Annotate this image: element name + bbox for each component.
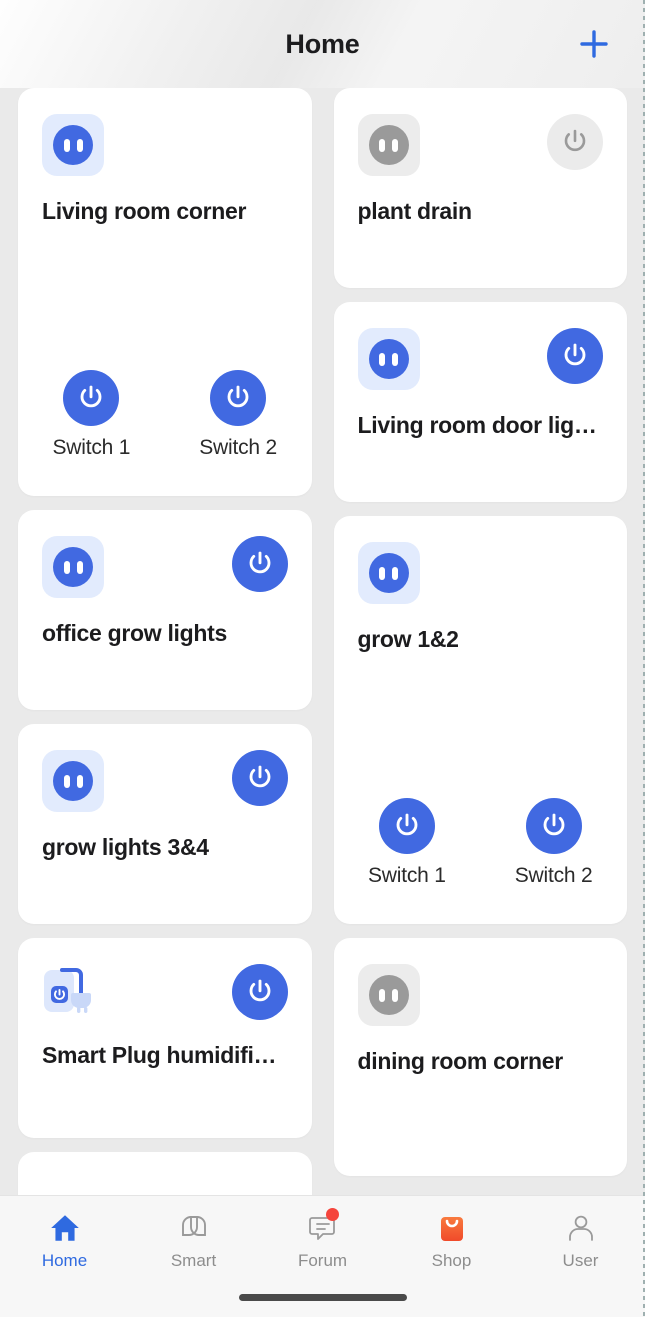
switch-toggle[interactable]: Switch 1 xyxy=(368,798,446,888)
device-name: Living room corner xyxy=(42,198,247,224)
power-icon xyxy=(249,979,270,1002)
outlet-icon xyxy=(357,328,420,390)
tab-user[interactable]: User xyxy=(516,1210,645,1271)
device-name: dining room corner xyxy=(357,1048,564,1074)
outlet-icon xyxy=(357,542,420,604)
device-name: office grow lights xyxy=(42,620,227,646)
forum-icon xyxy=(305,1207,341,1246)
outlet-icon xyxy=(42,114,104,176)
tab-label: Forum xyxy=(297,1250,348,1270)
card-header xyxy=(357,114,603,176)
outlet-icon xyxy=(42,750,104,812)
switch-toggle[interactable]: Switch 1 xyxy=(52,370,130,460)
outlet-icon xyxy=(357,964,420,1026)
power-icon xyxy=(525,798,582,854)
switch-label: Switch 2 xyxy=(199,436,277,459)
card-header xyxy=(42,964,288,1020)
bottom-navigation: Home Smart Forum Shop User xyxy=(0,1195,645,1317)
device-grid: Living room corner Switch 1 Switch 2 off… xyxy=(0,88,645,1195)
switch-toggle[interactable]: Switch 2 xyxy=(515,798,593,888)
switch-label: Switch 1 xyxy=(367,864,446,887)
card-header xyxy=(42,750,288,812)
card-header xyxy=(42,536,288,598)
device-column-left: Living room corner Switch 1 Switch 2 off… xyxy=(18,88,312,1195)
switch-row: Switch 1 Switch 2 xyxy=(18,370,312,460)
device-name: grow 1&2 xyxy=(357,626,459,652)
shop-icon xyxy=(434,1210,470,1246)
power-button[interactable] xyxy=(547,328,603,384)
smart-icon xyxy=(176,1210,212,1246)
tab-label: Smart xyxy=(170,1250,217,1270)
switch-label: Switch 1 xyxy=(52,436,131,459)
device-card[interactable]: grow lights 3&4 xyxy=(18,724,312,924)
tab-label: User xyxy=(562,1250,599,1270)
device-name: plant drain xyxy=(357,198,473,224)
plus-icon xyxy=(580,30,608,58)
power-icon xyxy=(249,765,270,788)
device-card-partial[interactable] xyxy=(18,1152,312,1195)
power-icon xyxy=(249,551,270,574)
card-header xyxy=(357,542,604,604)
device-card[interactable]: office grow lights xyxy=(18,510,312,710)
add-device-button[interactable] xyxy=(575,25,613,63)
tab-label: Shop xyxy=(431,1250,472,1270)
switch-label: Switch 2 xyxy=(514,864,593,887)
tab-smart[interactable]: Smart xyxy=(129,1210,258,1271)
switch-toggle[interactable]: Switch 2 xyxy=(199,370,277,460)
device-card[interactable]: plant drain xyxy=(333,88,627,288)
power-icon xyxy=(564,343,586,366)
tab-forum[interactable]: Forum xyxy=(258,1207,387,1271)
switch-row: Switch 1 Switch 2 xyxy=(334,798,628,888)
user-icon xyxy=(563,1210,599,1246)
tab-shop[interactable]: Shop xyxy=(387,1210,516,1271)
home-icon xyxy=(47,1210,83,1246)
device-name: Living room door lig… xyxy=(357,412,597,438)
tab-label: Home xyxy=(41,1250,88,1270)
power-icon xyxy=(564,129,586,152)
power-button[interactable] xyxy=(231,964,288,1020)
card-header xyxy=(42,114,288,176)
device-card[interactable]: Smart Plug humidifi… xyxy=(18,938,312,1138)
app-screen: Home Living room corner Switch 1 Switch … xyxy=(0,0,645,1317)
power-icon xyxy=(210,370,267,426)
power-button[interactable] xyxy=(547,114,603,170)
power-icon xyxy=(378,798,435,854)
device-name: grow lights 3&4 xyxy=(42,834,209,860)
tab-home[interactable]: Home xyxy=(0,1210,129,1271)
power-icon xyxy=(63,370,120,426)
card-header xyxy=(357,964,604,1026)
device-card[interactable]: grow 1&2 Switch 1 Switch 2 xyxy=(333,516,628,924)
notification-badge xyxy=(325,1207,339,1221)
device-column-right: plant drain Living room door lig… grow 1… xyxy=(333,88,628,1195)
outlet-icon xyxy=(42,536,104,598)
device-card[interactable]: dining room corner xyxy=(333,938,627,1176)
app-header: Home xyxy=(0,0,645,88)
device-name: Smart Plug humidifi… xyxy=(42,1042,277,1068)
outlet-icon xyxy=(357,114,420,176)
home-indicator xyxy=(238,1294,407,1301)
power-button[interactable] xyxy=(231,536,288,592)
device-card[interactable]: Living room corner Switch 1 Switch 2 xyxy=(18,88,312,496)
device-card[interactable]: Living room door lig… xyxy=(333,302,627,502)
smart-plug-icon xyxy=(42,964,104,1014)
page-title: Home xyxy=(285,28,360,59)
card-header xyxy=(357,328,603,390)
power-button[interactable] xyxy=(231,750,288,806)
